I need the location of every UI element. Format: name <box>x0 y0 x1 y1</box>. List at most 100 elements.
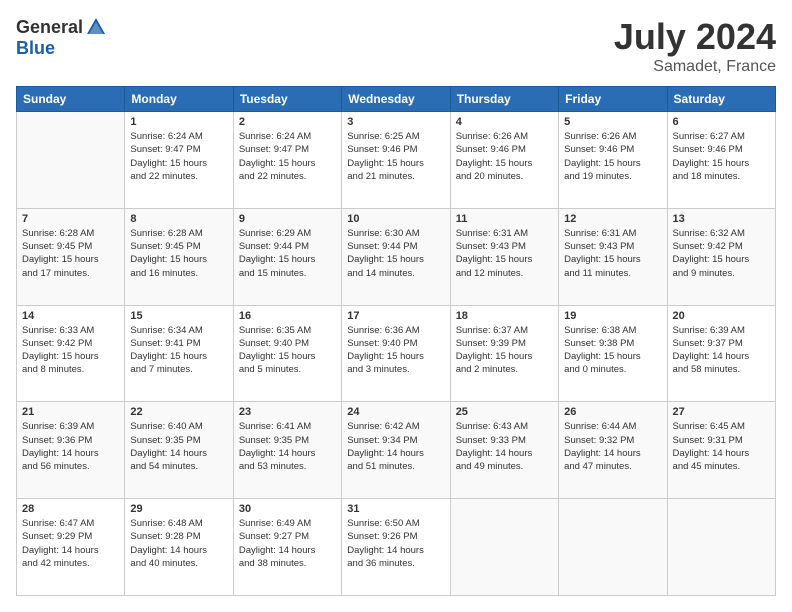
calendar-cell: 17Sunrise: 6:36 AM Sunset: 9:40 PM Dayli… <box>342 305 450 402</box>
calendar-table: SundayMondayTuesdayWednesdayThursdayFrid… <box>16 86 776 596</box>
day-info: Sunrise: 6:31 AM Sunset: 9:43 PM Dayligh… <box>564 227 661 280</box>
calendar-cell: 7Sunrise: 6:28 AM Sunset: 9:45 PM Daylig… <box>17 208 125 305</box>
day-header-friday: Friday <box>559 87 667 112</box>
day-info: Sunrise: 6:49 AM Sunset: 9:27 PM Dayligh… <box>239 517 336 570</box>
day-info: Sunrise: 6:33 AM Sunset: 9:42 PM Dayligh… <box>22 324 119 377</box>
day-header-thursday: Thursday <box>450 87 558 112</box>
month-year: July 2024 <box>614 16 776 58</box>
day-number: 16 <box>239 310 336 322</box>
calendar-cell: 18 Sunrise: 6:37 AM Sunset: 9:39 PM Dayli… <box>450 305 558 402</box>
calendar-cell: 25Sunrise: 6:43 AM Sunset: 9:33 PM Dayli… <box>450 402 558 499</box>
day-info: Sunrise: 6:39 AM Sunset: 9:36 PM Dayligh… <box>22 420 119 473</box>
day-number: 24 <box>347 406 444 418</box>
calendar-cell: 27Sunrise: 6:45 AM Sunset: 9:31 PM Dayli… <box>667 402 775 499</box>
day-info: Sunrise: 6:37 AM Sunset: 9:39 PM Dayligh… <box>456 324 553 377</box>
calendar-cell: 19 Sunrise: 6:38 AM Sunset: 9:38 PM Dayli… <box>559 305 667 402</box>
calendar-cell: 28 Sunrise: 6:47 AM Sunset: 9:29 PM Dayli… <box>17 499 125 596</box>
day-info: Sunrise: 6:39 AM Sunset: 9:37 PM Dayligh… <box>673 324 770 377</box>
days-header-row: SundayMondayTuesdayWednesdayThursdayFrid… <box>17 87 776 112</box>
logo-icon <box>85 16 107 38</box>
day-number: 19 <box>564 310 661 322</box>
day-number: 14 <box>22 310 119 322</box>
day-number: 15 <box>130 310 227 322</box>
day-number: 13 <box>673 213 770 225</box>
header: General Blue July 2024 Samadet, France <box>16 16 776 76</box>
day-number: 1 <box>130 116 227 128</box>
day-number: 11 <box>456 213 553 225</box>
day-number: 31 <box>347 503 444 515</box>
calendar-cell: 1Sunrise: 6:24 AM Sunset: 9:47 PM Daylig… <box>125 112 233 209</box>
day-number: 21 <box>22 406 119 418</box>
title-block: July 2024 Samadet, France <box>614 16 776 76</box>
calendar-cell: 21 Sunrise: 6:39 AM Sunset: 9:36 PM Dayli… <box>17 402 125 499</box>
day-number: 22 <box>130 406 227 418</box>
page: General Blue July 2024 Samadet, France S… <box>0 0 792 612</box>
day-header-tuesday: Tuesday <box>233 87 341 112</box>
calendar-cell: 15 Sunrise: 6:34 AM Sunset: 9:41 PM Dayli… <box>125 305 233 402</box>
day-number: 5 <box>564 116 661 128</box>
day-number: 9 <box>239 213 336 225</box>
day-info: Sunrise: 6:42 AM Sunset: 9:34 PM Dayligh… <box>347 420 444 473</box>
day-info: Sunrise: 6:24 AM Sunset: 9:47 PM Dayligh… <box>239 130 336 183</box>
day-header-monday: Monday <box>125 87 233 112</box>
day-number: 18 <box>456 310 553 322</box>
day-number: 26 <box>564 406 661 418</box>
day-info: Sunrise: 6:25 AM Sunset: 9:46 PM Dayligh… <box>347 130 444 183</box>
day-number: 8 <box>130 213 227 225</box>
calendar-cell: 13 Sunrise: 6:32 AM Sunset: 9:42 PM Dayli… <box>667 208 775 305</box>
logo-general-text: General <box>16 17 83 38</box>
day-header-saturday: Saturday <box>667 87 775 112</box>
calendar-cell: 2 Sunrise: 6:24 AM Sunset: 9:47 PM Daylig… <box>233 112 341 209</box>
calendar-cell: 16 Sunrise: 6:35 AM Sunset: 9:40 PM Dayli… <box>233 305 341 402</box>
day-number: 29 <box>130 503 227 515</box>
calendar-cell: 3 Sunrise: 6:25 AM Sunset: 9:46 PM Daylig… <box>342 112 450 209</box>
logo-blue-text: Blue <box>16 38 55 59</box>
calendar-cell: 8 Sunrise: 6:28 AM Sunset: 9:45 PM Daylig… <box>125 208 233 305</box>
location: Samadet, France <box>614 58 776 76</box>
day-number: 2 <box>239 116 336 128</box>
day-header-sunday: Sunday <box>17 87 125 112</box>
day-info: Sunrise: 6:38 AM Sunset: 9:38 PM Dayligh… <box>564 324 661 377</box>
calendar-cell: 22Sunrise: 6:40 AM Sunset: 9:35 PM Dayli… <box>125 402 233 499</box>
calendar-cell: 12Sunrise: 6:31 AM Sunset: 9:43 PM Dayli… <box>559 208 667 305</box>
day-info: Sunrise: 6:47 AM Sunset: 9:29 PM Dayligh… <box>22 517 119 570</box>
day-number: 20 <box>673 310 770 322</box>
day-info: Sunrise: 6:28 AM Sunset: 9:45 PM Dayligh… <box>22 227 119 280</box>
calendar-cell: 14 Sunrise: 6:33 AM Sunset: 9:42 PM Dayli… <box>17 305 125 402</box>
calendar-cell: 9 Sunrise: 6:29 AM Sunset: 9:44 PM Daylig… <box>233 208 341 305</box>
day-number: 3 <box>347 116 444 128</box>
day-info: Sunrise: 6:34 AM Sunset: 9:41 PM Dayligh… <box>130 324 227 377</box>
calendar-cell: 6 Sunrise: 6:27 AM Sunset: 9:46 PM Daylig… <box>667 112 775 209</box>
day-info: Sunrise: 6:27 AM Sunset: 9:46 PM Dayligh… <box>673 130 770 183</box>
calendar-cell: 30 Sunrise: 6:49 AM Sunset: 9:27 PM Dayli… <box>233 499 341 596</box>
day-info: Sunrise: 6:44 AM Sunset: 9:32 PM Dayligh… <box>564 420 661 473</box>
day-number: 30 <box>239 503 336 515</box>
day-info: Sunrise: 6:29 AM Sunset: 9:44 PM Dayligh… <box>239 227 336 280</box>
day-info: Sunrise: 6:50 AM Sunset: 9:26 PM Dayligh… <box>347 517 444 570</box>
calendar-cell: 23 Sunrise: 6:41 AM Sunset: 9:35 PM Dayli… <box>233 402 341 499</box>
day-header-wednesday: Wednesday <box>342 87 450 112</box>
day-info: Sunrise: 6:41 AM Sunset: 9:35 PM Dayligh… <box>239 420 336 473</box>
day-number: 23 <box>239 406 336 418</box>
calendar-cell: 4 Sunrise: 6:26 AM Sunset: 9:46 PM Daylig… <box>450 112 558 209</box>
calendar-cell: 10Sunrise: 6:30 AM Sunset: 9:44 PM Dayli… <box>342 208 450 305</box>
day-info: Sunrise: 6:26 AM Sunset: 9:46 PM Dayligh… <box>456 130 553 183</box>
calendar-cell: 11Sunrise: 6:31 AM Sunset: 9:43 PM Dayli… <box>450 208 558 305</box>
day-number: 6 <box>673 116 770 128</box>
day-info: Sunrise: 6:28 AM Sunset: 9:45 PM Dayligh… <box>130 227 227 280</box>
day-number: 27 <box>673 406 770 418</box>
calendar-cell <box>450 499 558 596</box>
day-info: Sunrise: 6:30 AM Sunset: 9:44 PM Dayligh… <box>347 227 444 280</box>
week-row-3: 14 Sunrise: 6:33 AM Sunset: 9:42 PM Dayli… <box>17 305 776 402</box>
day-info: Sunrise: 6:26 AM Sunset: 9:46 PM Dayligh… <box>564 130 661 183</box>
calendar-cell: 26 Sunrise: 6:44 AM Sunset: 9:32 PM Dayli… <box>559 402 667 499</box>
day-number: 28 <box>22 503 119 515</box>
day-info: Sunrise: 6:35 AM Sunset: 9:40 PM Dayligh… <box>239 324 336 377</box>
calendar-cell: 24 Sunrise: 6:42 AM Sunset: 9:34 PM Dayli… <box>342 402 450 499</box>
day-info: Sunrise: 6:36 AM Sunset: 9:40 PM Dayligh… <box>347 324 444 377</box>
day-info: Sunrise: 6:43 AM Sunset: 9:33 PM Dayligh… <box>456 420 553 473</box>
day-number: 4 <box>456 116 553 128</box>
day-info: Sunrise: 6:32 AM Sunset: 9:42 PM Dayligh… <box>673 227 770 280</box>
calendar-cell: 29 Sunrise: 6:48 AM Sunset: 9:28 PM Dayli… <box>125 499 233 596</box>
day-info: Sunrise: 6:48 AM Sunset: 9:28 PM Dayligh… <box>130 517 227 570</box>
